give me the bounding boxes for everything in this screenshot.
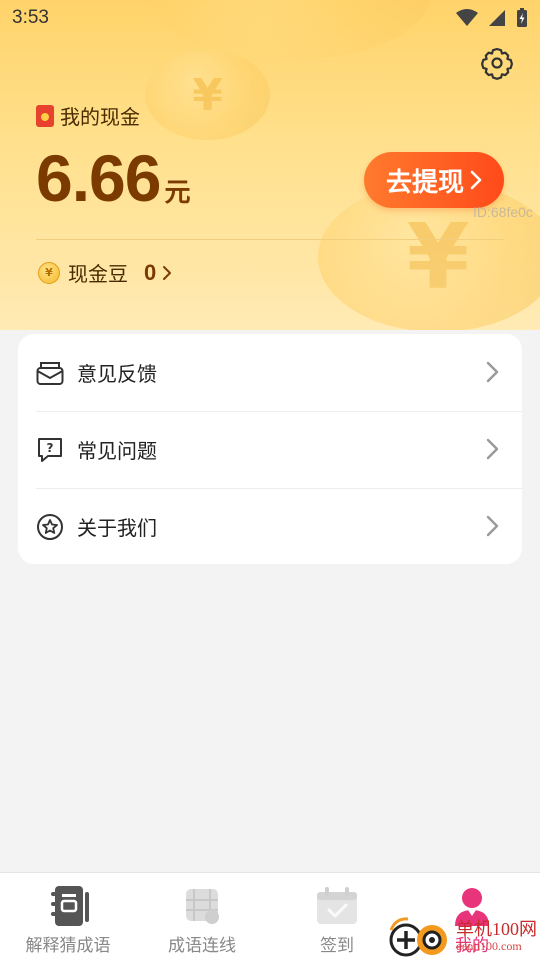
tab-label: 解释猜成语 <box>25 936 111 956</box>
watermark-line1: 单机100网 <box>456 919 537 939</box>
status-time: 3:53 <box>12 7 49 28</box>
menu-item-label: 常见问题 <box>77 439 157 463</box>
notebook-icon <box>45 883 91 929</box>
chevron-right-icon <box>486 515 499 537</box>
calendar-check-icon <box>314 883 360 929</box>
chevron-right-icon <box>486 438 499 460</box>
svg-text:?: ? <box>47 441 54 455</box>
cash-label-row: 我的现金 <box>36 101 140 130</box>
cash-label: 我的现金 <box>60 105 140 129</box>
status-bar: 3:53 <box>0 0 540 36</box>
chevron-right-icon <box>470 170 482 190</box>
film-icon <box>179 883 225 929</box>
signal-icon <box>489 10 505 26</box>
tab-explain-idiom[interactable]: 解释猜成语 <box>22 873 114 960</box>
settings-gear-icon[interactable] <box>480 46 514 80</box>
battery-icon <box>517 8 527 27</box>
divider <box>36 239 504 240</box>
cash-beans-value: 0 <box>144 259 157 285</box>
watermark-logo-icon <box>389 917 447 957</box>
cash-amount: 6.66 元 <box>36 140 190 216</box>
cash-amount-value: 6.66 <box>36 141 161 215</box>
cash-beans-label: 现金豆 <box>68 262 128 286</box>
cash-amount-unit: 元 <box>164 178 191 208</box>
menu-item-label: 意见反馈 <box>77 362 157 386</box>
tab-idiom-link[interactable]: 成语连线 <box>160 873 244 960</box>
settings-menu: 意见反馈 ? 常见问题 关于我们 <box>18 334 522 564</box>
user-id: ID:68fe0c <box>473 204 533 220</box>
cash-beans-row[interactable]: ¥ 现金豆 0 <box>38 258 172 287</box>
site-watermark: 单机100网 danji100.com <box>388 912 540 960</box>
chevron-right-icon <box>163 265 172 280</box>
feedback-envelope-icon <box>36 359 64 387</box>
watermark-line2: danji100.com <box>456 939 522 953</box>
tab-label: 成语连线 <box>168 936 236 956</box>
coin-decoration: ¥ <box>145 50 270 140</box>
tab-sign-in[interactable]: 签到 <box>306 873 368 960</box>
coin-icon: ¥ <box>38 261 60 284</box>
menu-item-label: 关于我们 <box>77 516 157 540</box>
menu-item-faq[interactable]: ? 常见问题 <box>18 411 522 488</box>
faq-question-icon: ? <box>36 436 64 464</box>
wifi-icon <box>456 9 478 26</box>
withdraw-button[interactable]: 去提现 <box>364 152 504 208</box>
about-star-icon <box>36 513 64 541</box>
menu-item-feedback[interactable]: 意见反馈 <box>18 334 522 411</box>
menu-item-about[interactable]: 关于我们 <box>18 488 522 565</box>
withdraw-button-label: 去提现 <box>385 167 464 198</box>
tab-label: 签到 <box>320 936 354 956</box>
red-packet-icon <box>36 104 54 127</box>
chevron-right-icon <box>486 361 499 383</box>
